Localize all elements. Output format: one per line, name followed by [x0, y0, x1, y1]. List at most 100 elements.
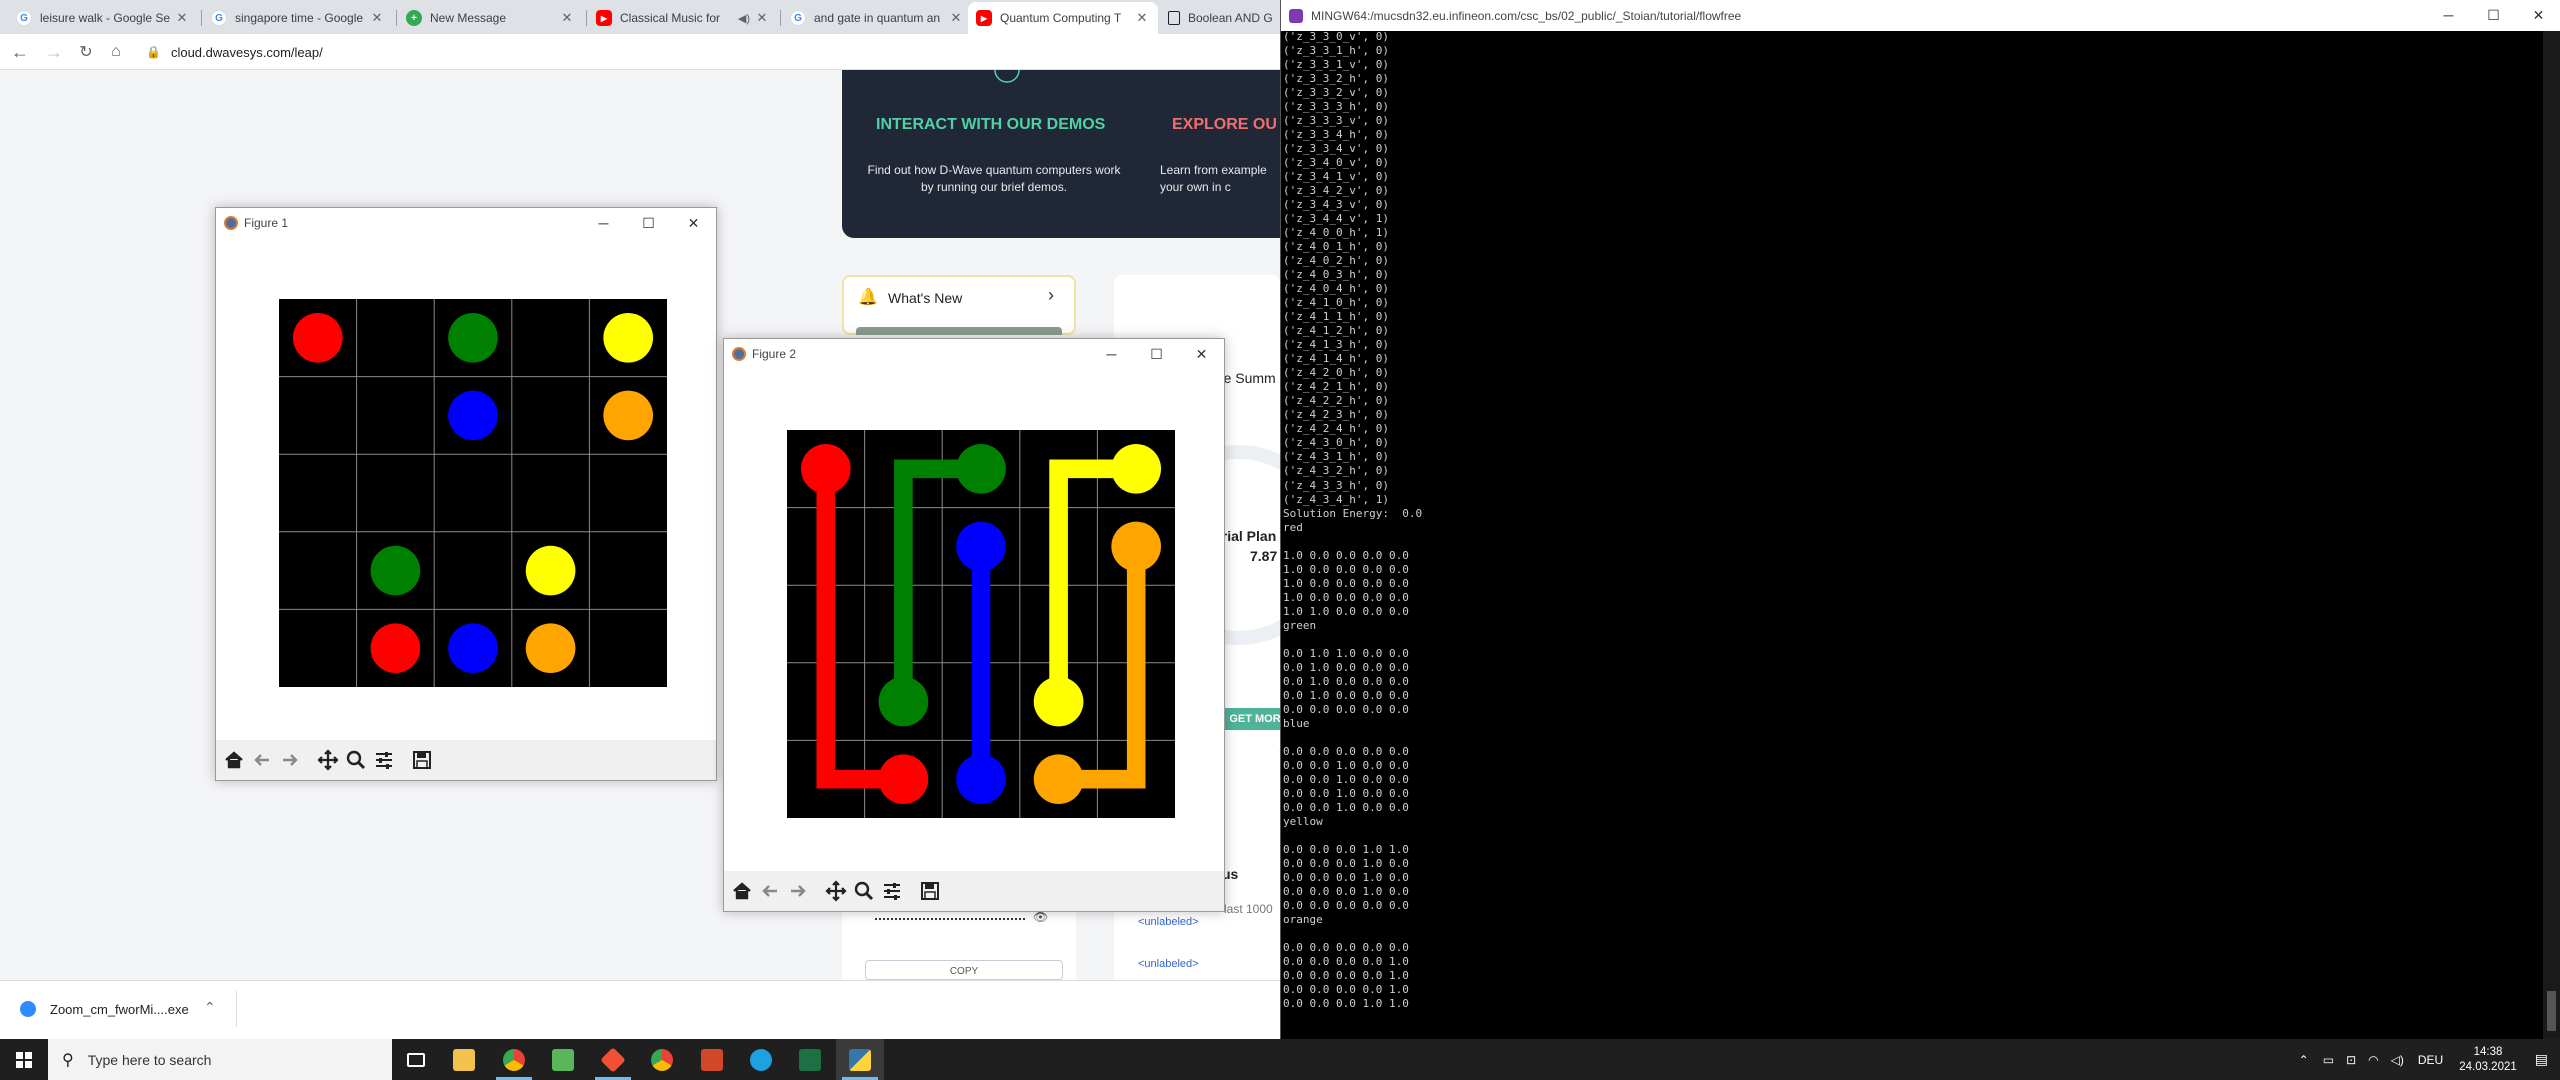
save-icon — [413, 751, 431, 769]
close-tab-icon[interactable]: ✕ — [754, 10, 770, 26]
terminal-scrollbar[interactable] — [2543, 31, 2560, 1039]
scroll-thumb[interactable] — [2547, 991, 2556, 1031]
chrome-icon — [503, 1048, 525, 1071]
url-text: cloud.dwavesys.com/leap/ — [170, 44, 323, 60]
tab-3[interactable]: ▶ Classical Music for ◀) ✕ — [588, 2, 778, 34]
back-button[interactable]: ← — [8, 40, 32, 64]
zoom-button[interactable] — [850, 877, 878, 905]
figure1-title: Figure 1 — [244, 216, 289, 230]
close-button[interactable]: ✕ — [1179, 339, 1224, 369]
tab-0[interactable]: G leisure walk - Google Se ✕ — [8, 2, 198, 34]
minimize-button[interactable]: ─ — [581, 208, 626, 238]
tab-1[interactable]: G singapore time - Google ✕ — [203, 2, 393, 34]
tab-title: Classical Music for — [620, 11, 721, 25]
taskbar-app[interactable] — [638, 1039, 686, 1080]
zoom-button[interactable] — [342, 746, 370, 774]
move-icon — [825, 880, 847, 902]
tab-6[interactable]: Boolean AND Ga — [1160, 2, 1280, 34]
taskbar-edge[interactable] — [737, 1039, 785, 1080]
tab-strip: G leisure walk - Google Se ✕ G singapore… — [0, 0, 1280, 34]
task-view-button[interactable] — [392, 1039, 440, 1080]
close-button[interactable]: ✕ — [2516, 0, 2560, 30]
chevron-up-icon[interactable]: ⌃ — [2299, 1053, 2309, 1067]
task-view-icon — [407, 1052, 425, 1067]
close-tab-icon[interactable]: ✕ — [1134, 10, 1150, 26]
tab-4[interactable]: G and gate in quantum an ✕ — [782, 2, 972, 34]
forward-button[interactable] — [276, 746, 304, 774]
copy-button[interactable]: COPY — [865, 960, 1063, 980]
save-button[interactable] — [916, 877, 944, 905]
maximize-button[interactable]: ☐ — [2471, 0, 2516, 30]
maximize-button[interactable]: ☐ — [626, 208, 671, 238]
book-icon — [1168, 11, 1180, 25]
back-button[interactable] — [756, 877, 784, 905]
back-button[interactable] — [248, 746, 276, 774]
terminal-output[interactable]: ('z_3_3_0_v', 0) ('z_3_3_1_h', 0) ('z_3_… — [1283, 30, 1422, 1011]
download-filename[interactable]: Zoom_cm_fworMi....exe — [50, 1002, 189, 1017]
start-button[interactable] — [0, 1039, 48, 1080]
pan-button[interactable] — [822, 877, 850, 905]
tab-5[interactable]: ▶ Quantum Computing T ✕ — [968, 2, 1158, 34]
notification-icon[interactable]: ▤ — [2535, 1051, 2548, 1068]
configure-button[interactable] — [878, 877, 906, 905]
reload-button[interactable]: ↻ — [74, 40, 98, 64]
close-tab-icon[interactable]: ✕ — [948, 10, 964, 26]
taskbar: ⚲ Type here to search ⌃ ▭ ⊡ ◠ ◁) DEU 14:… — [0, 1039, 2560, 1080]
close-tab-icon[interactable]: ✕ — [369, 10, 385, 26]
taskbar-git[interactable] — [589, 1039, 637, 1080]
home-button[interactable] — [728, 877, 756, 905]
network-icon[interactable]: ⊡ — [2346, 1053, 2356, 1067]
home-button[interactable]: ⌂ — [104, 40, 128, 64]
pan-button[interactable] — [314, 746, 342, 774]
api-token-field[interactable] — [875, 918, 1025, 920]
solver-link[interactable]: <unlabeled> — [1138, 958, 1199, 970]
tab-2[interactable]: + New Message ✕ — [398, 2, 583, 34]
battery-icon[interactable]: ▭ — [2323, 1053, 2334, 1067]
close-tab-icon[interactable]: ✕ — [174, 10, 190, 26]
terminal-title: MINGW64:/mucsdn32.eu.infineon.com/csc_bs… — [1311, 8, 1742, 23]
address-bar[interactable]: 🔒 cloud.dwavesys.com/leap/ — [146, 40, 323, 64]
minimize-button[interactable]: ─ — [1089, 339, 1134, 369]
close-button[interactable]: ✕ — [671, 208, 716, 238]
taskbar-notepad[interactable] — [539, 1039, 587, 1080]
close-tab-icon[interactable]: ✕ — [559, 10, 575, 26]
taskbar-search[interactable]: ⚲ Type here to search — [48, 1039, 392, 1080]
last-jobs-label: last 1000 — [1224, 902, 1273, 916]
desktop: G leisure walk - Google Se ✕ G singapore… — [0, 0, 2560, 1080]
configure-button[interactable] — [370, 746, 398, 774]
eye-icon[interactable]: 👁 — [1033, 910, 1048, 924]
taskbar-excel[interactable] — [786, 1039, 834, 1080]
taskbar-explorer[interactable] — [440, 1039, 488, 1080]
minimize-button[interactable]: ─ — [2426, 0, 2471, 30]
wifi-icon[interactable]: ◠ — [2368, 1053, 2378, 1067]
red-endpoint — [800, 443, 851, 494]
speaker-icon[interactable]: ◀) — [738, 12, 750, 25]
clock[interactable]: 14:38 24.03.2021 — [2459, 1045, 2517, 1075]
whats-new-card[interactable]: 🔔 What's New › — [842, 275, 1076, 335]
demos-heading: INTERACT WITH OUR DEMOS — [876, 116, 1106, 133]
save-button[interactable] — [408, 746, 436, 774]
youtube-icon: ▶ — [976, 10, 992, 26]
maximize-button[interactable]: ☐ — [1134, 339, 1179, 369]
forward-button[interactable]: → — [42, 40, 66, 64]
forward-button[interactable] — [784, 877, 812, 905]
demos-text: Find out how D-Wave quantum computers wo… — [867, 163, 1121, 194]
taskbar-python[interactable] — [836, 1039, 884, 1080]
terminal-window: MINGW64:/mucsdn32.eu.infineon.com/csc_bs… — [1280, 0, 2560, 1039]
home-button[interactable] — [220, 746, 248, 774]
chevron-up-icon[interactable]: ⌃ — [204, 999, 216, 1016]
volume-icon[interactable]: ◁) — [2391, 1053, 2404, 1067]
tab-separator — [780, 10, 781, 26]
taskbar-chrome[interactable] — [490, 1039, 538, 1080]
chevron-right-icon: › — [1048, 285, 1054, 305]
green-endpoint — [878, 676, 929, 727]
taskbar-powerpoint[interactable] — [688, 1039, 736, 1080]
python-icon — [849, 1048, 871, 1071]
zoom-file-icon — [20, 1001, 36, 1017]
solver-link[interactable]: <unlabeled> — [1138, 916, 1199, 928]
download-bar: Zoom_cm_fworMi....exe ⌃ — [0, 980, 1280, 1039]
explore-heading: EXPLORE OU — [1172, 116, 1277, 133]
terminal-titlebar[interactable]: MINGW64:/mucsdn32.eu.infineon.com/csc_bs… — [1281, 0, 2560, 31]
mingw-icon — [1289, 8, 1303, 23]
language-indicator[interactable]: DEU — [2418, 1053, 2443, 1067]
